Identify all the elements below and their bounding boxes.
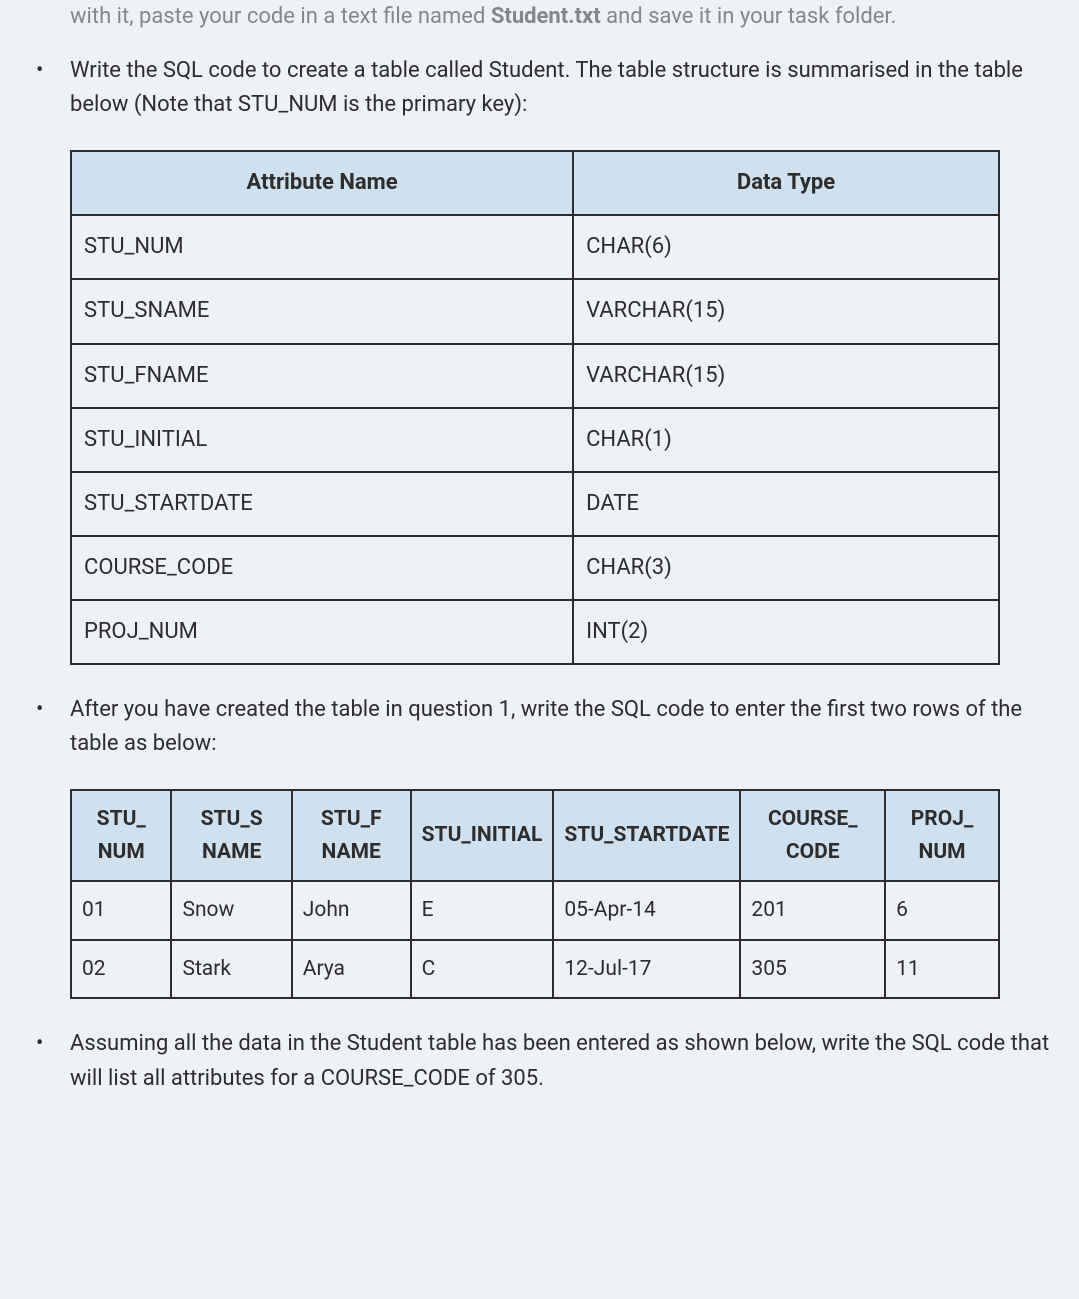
cell: 02 [71, 940, 171, 999]
table-row: STU_SNAMEVARCHAR(15) [71, 279, 999, 343]
table-row: STU_STARTDATEDATE [71, 472, 999, 536]
cell-attr: COURSE_CODE [71, 536, 573, 600]
cell-type: CHAR(6) [573, 215, 999, 279]
cell-attr: STU_SNAME [71, 279, 573, 343]
student-data-table: STU_ NUM STU_S NAME STU_F NAME STU_INITI… [70, 789, 1000, 999]
instruction-item-create-table: Write the SQL code to create a table cal… [20, 54, 1059, 122]
header-course-code: COURSE_ CODE [740, 790, 885, 881]
table-row: PROJ_NUMINT(2) [71, 600, 999, 664]
header-proj-num: PROJ_ NUM [885, 790, 999, 881]
cell-attr: STU_STARTDATE [71, 472, 573, 536]
header-attribute-name: Attribute Name [71, 151, 573, 215]
cell: 201 [740, 881, 885, 940]
attribute-table: Attribute Name Data Type STU_NUMCHAR(6) … [70, 150, 1000, 665]
instruction-text: Write the SQL code to create a table cal… [70, 58, 1023, 117]
cell-attr: STU_NUM [71, 215, 573, 279]
cell-attr: STU_INITIAL [71, 408, 573, 472]
cell: Arya [292, 940, 411, 999]
cell: John [292, 881, 411, 940]
instruction-list-3: Assuming all the data in the Student tab… [20, 1027, 1059, 1095]
header-stu-fname: STU_F NAME [292, 790, 411, 881]
cell: Stark [171, 940, 291, 999]
table-header-row: STU_ NUM STU_S NAME STU_F NAME STU_INITI… [71, 790, 999, 881]
partial-text-post: and save it in your task folder. [601, 4, 897, 29]
header-stu-sname: STU_S NAME [171, 790, 291, 881]
instruction-item-insert-rows: After you have created the table in ques… [20, 693, 1059, 761]
instruction-item-select-305: Assuming all the data in the Student tab… [20, 1027, 1059, 1095]
cell: E [411, 881, 554, 940]
cell: 11 [885, 940, 999, 999]
cell-attr: PROJ_NUM [71, 600, 573, 664]
cell: Snow [171, 881, 291, 940]
cell: 01 [71, 881, 171, 940]
cell: 6 [885, 881, 999, 940]
cell: 12-Jul-17 [553, 940, 740, 999]
cell-attr: STU_FNAME [71, 344, 573, 408]
table-row: STU_INITIALCHAR(1) [71, 408, 999, 472]
partial-filename: Student.txt [491, 4, 601, 29]
cell-type: CHAR(1) [573, 408, 999, 472]
cell-type: DATE [573, 472, 999, 536]
table-header-row: Attribute Name Data Type [71, 151, 999, 215]
instruction-text: After you have created the table in ques… [70, 697, 1022, 756]
instruction-list-2: After you have created the table in ques… [20, 693, 1059, 761]
table-row: 02 Stark Arya C 12-Jul-17 305 11 [71, 940, 999, 999]
table-row: 01 Snow John E 05-Apr-14 201 6 [71, 881, 999, 940]
header-stu-startdate: STU_STARTDATE [553, 790, 740, 881]
table-row: COURSE_CODECHAR(3) [71, 536, 999, 600]
header-stu-initial: STU_INITIAL [411, 790, 554, 881]
cell: 305 [740, 940, 885, 999]
table-row: STU_NUMCHAR(6) [71, 215, 999, 279]
cell: 05-Apr-14 [553, 881, 740, 940]
cell-type: INT(2) [573, 600, 999, 664]
cell-type: CHAR(3) [573, 536, 999, 600]
table-row: STU_FNAMEVARCHAR(15) [71, 344, 999, 408]
instruction-text: Assuming all the data in the Student tab… [70, 1031, 1049, 1090]
cell-type: VARCHAR(15) [573, 344, 999, 408]
cell: C [411, 940, 554, 999]
instruction-list: with it, paste your code in a text file … [20, 0, 1059, 122]
instruction-item-partial: with it, paste your code in a text file … [20, 0, 1059, 34]
partial-text-pre: with it, paste your code in a text file … [70, 4, 491, 29]
cell-type: VARCHAR(15) [573, 279, 999, 343]
header-stu-num: STU_ NUM [71, 790, 171, 881]
header-data-type: Data Type [573, 151, 999, 215]
